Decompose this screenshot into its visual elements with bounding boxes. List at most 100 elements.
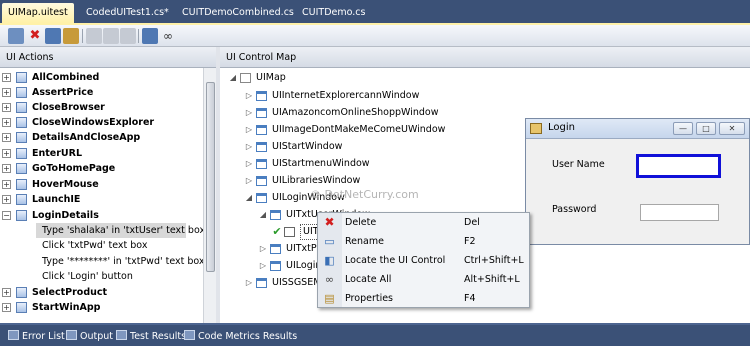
expand-triangle-icon[interactable]: ▷	[244, 105, 254, 121]
expand-triangle-icon[interactable]: ▷	[258, 258, 268, 274]
action-icon	[16, 163, 27, 174]
ui-actions-tree: + AllCombined + AssertPrice + CloseBrows…	[0, 68, 203, 325]
minimize-button[interactable]: —	[673, 122, 693, 135]
login-window: Login — □ ✕ User Name Password	[525, 118, 750, 245]
action-label: LoginDetails	[32, 210, 99, 221]
expand-icon[interactable]: +	[2, 164, 11, 173]
action-icon	[16, 132, 27, 143]
action-label: EnterURL	[32, 148, 83, 159]
tab-cuitdemocombined[interactable]: CUITDemoCombined.cs	[176, 3, 300, 23]
scrollbar-thumb[interactable]	[206, 82, 215, 272]
maximize-button[interactable]: □	[696, 122, 716, 135]
window-icon	[256, 193, 267, 203]
expand-triangle-icon[interactable]: ▷	[244, 139, 254, 155]
action-icon	[16, 148, 27, 159]
menu-item-delete[interactable]: ✖ Delete Del	[318, 213, 529, 232]
expand-icon[interactable]: +	[2, 288, 11, 297]
tab-test-results[interactable]: Test Results	[116, 329, 186, 345]
expand-icon[interactable]: +	[2, 195, 11, 204]
tab-output[interactable]: Output	[66, 329, 113, 345]
ui-actions-scrollbar[interactable]	[203, 68, 216, 325]
window-icon	[256, 176, 267, 186]
ui-control-map-header: UI Control Map	[220, 47, 750, 68]
add-icon[interactable]	[8, 28, 24, 44]
step-click-login[interactable]: Click 'Login' button	[42, 269, 133, 284]
tab-label: Error List	[22, 331, 65, 342]
action-label: AssertPrice	[32, 87, 94, 98]
rename-icon[interactable]	[120, 28, 136, 44]
delete-icon: ✖	[324, 215, 335, 229]
expand-triangle-icon[interactable]: ▷	[244, 156, 254, 172]
node-label: UILibrariesWindow	[272, 175, 361, 186]
expand-icon[interactable]: +	[2, 103, 11, 112]
copy-icon[interactable]	[103, 28, 119, 44]
tab-uimap-uitest[interactable]: UIMap.uitest	[2, 3, 74, 23]
user-name-field[interactable]	[636, 154, 721, 178]
expand-triangle-icon[interactable]: ▷	[244, 275, 254, 291]
tab-codeduitest1[interactable]: CodedUITest1.cs*	[80, 3, 175, 23]
watermark: © DotNetCurry.com	[310, 188, 419, 201]
window-icon	[256, 159, 267, 169]
split-icon[interactable]	[86, 28, 102, 44]
menu-item-locate-all[interactable]: ∞ Locate All Alt+Shift+L	[318, 270, 529, 289]
menu-item-label: Locate the UI Control	[345, 255, 446, 266]
locate-icon[interactable]	[142, 28, 158, 44]
action-label: GoToHomePage	[32, 163, 116, 174]
action-icon	[16, 210, 27, 221]
toolbar-separator	[138, 29, 139, 43]
expand-triangle-icon[interactable]: ▷	[244, 122, 254, 138]
rename-icon: ▭	[324, 235, 335, 248]
action-icon	[16, 72, 27, 83]
action-icon	[16, 117, 27, 128]
expand-triangle-icon[interactable]: ▷	[244, 88, 254, 104]
menu-item-properties[interactable]: ▤ Properties F4	[318, 289, 529, 308]
code-metrics-icon	[184, 330, 195, 340]
locate-icon: ◧	[324, 254, 335, 267]
password-field[interactable]	[640, 204, 719, 221]
action-label: AllCombined	[32, 72, 100, 83]
menu-item-label: Locate All	[345, 274, 392, 285]
collapse-icon[interactable]: −	[2, 211, 11, 220]
window-icon	[256, 278, 267, 288]
expand-triangle-icon[interactable]: ▷	[258, 241, 268, 257]
expand-icon[interactable]: +	[2, 303, 11, 312]
window-icon	[256, 125, 267, 135]
collapse-triangle-icon[interactable]: ◢	[258, 207, 268, 223]
check-icon: ✔	[272, 225, 282, 238]
close-button[interactable]: ✕	[719, 122, 745, 135]
menu-item-shortcut: Alt+Shift+L	[464, 274, 520, 285]
login-title: Login	[548, 122, 575, 133]
node-label: UIAmazoncomOnlineShoppWindow	[272, 107, 439, 118]
expand-triangle-icon[interactable]: ▷	[244, 173, 254, 189]
expand-icon[interactable]: +	[2, 88, 11, 97]
textbox-icon	[284, 227, 295, 237]
action-label: SelectProduct	[32, 287, 108, 298]
action-icon	[16, 287, 27, 298]
binoculars-icon[interactable]: ∞	[160, 28, 176, 44]
menu-item-locate-ui-control[interactable]: ◧ Locate the UI Control Ctrl+Shift+L	[318, 251, 529, 270]
properties-icon[interactable]	[63, 28, 79, 44]
move-icon[interactable]	[45, 28, 61, 44]
menu-item-label: Delete	[345, 217, 377, 228]
collapse-triangle-icon[interactable]: ◢	[244, 190, 254, 206]
tool-window-bar: Error List Output Test Results Code Metr…	[0, 323, 750, 346]
window-icon	[256, 142, 267, 152]
action-icon	[16, 194, 27, 205]
step-click-pwd[interactable]: Click 'txtPwd' text box	[42, 238, 147, 253]
collapse-triangle-icon[interactable]: ◢	[228, 70, 238, 86]
step-type-pwd[interactable]: Type '********' in 'txtPwd' text box	[42, 254, 203, 269]
tab-label: Test Results	[130, 331, 187, 342]
action-label: CloseWindowsExplorer	[32, 117, 155, 128]
tab-cuitdemo[interactable]: CUITDemo.cs	[296, 3, 371, 23]
expand-icon[interactable]: +	[2, 149, 11, 158]
tab-error-list[interactable]: Error List	[8, 329, 65, 345]
expand-icon[interactable]: +	[2, 73, 11, 82]
expand-icon[interactable]: +	[2, 133, 11, 142]
menu-item-rename[interactable]: ▭ Rename F2	[318, 232, 529, 251]
expand-icon[interactable]: +	[2, 180, 11, 189]
expand-icon[interactable]: +	[2, 118, 11, 127]
tab-code-metrics-results[interactable]: Code Metrics Results	[184, 329, 297, 345]
delete-icon[interactable]: ✖	[27, 28, 43, 44]
properties-icon: ▤	[324, 292, 335, 305]
step-type-user[interactable]: Type 'shalaka' in 'txtUser' text box	[36, 223, 203, 238]
